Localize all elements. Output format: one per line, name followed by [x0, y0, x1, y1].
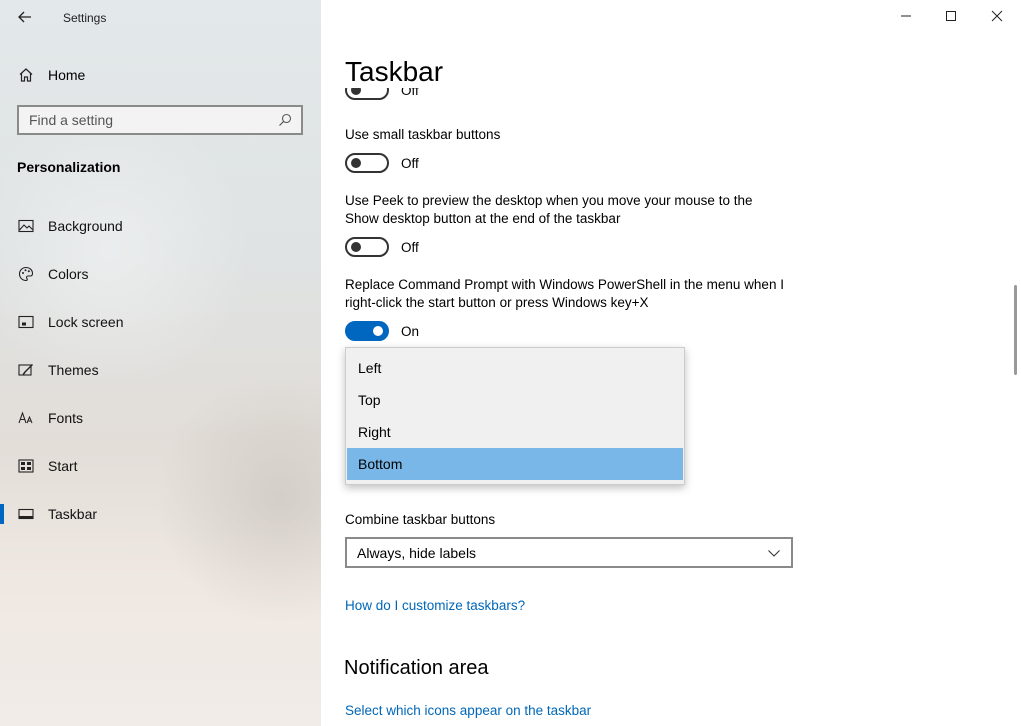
- palette-icon: [17, 265, 35, 283]
- peek-toggle[interactable]: Off: [345, 237, 419, 257]
- taskbar-location-dropdown: Left Top Right Bottom: [345, 347, 685, 485]
- dropdown-option-right[interactable]: Right: [347, 416, 683, 448]
- sidebar-item-colors[interactable]: Colors: [0, 258, 321, 290]
- powershell-toggle[interactable]: On: [345, 321, 419, 341]
- sidebar-item-label: Fonts: [48, 410, 84, 426]
- background-icon: [17, 217, 35, 235]
- dropdown-option-left[interactable]: Left: [347, 352, 683, 384]
- sidebar-item-start[interactable]: Start: [0, 450, 321, 482]
- page-title: Taskbar: [345, 56, 444, 87]
- search-icon[interactable]: [277, 112, 293, 128]
- home-label: Home: [48, 67, 86, 83]
- toggle-state: Off: [401, 239, 419, 255]
- sidebar-item-themes[interactable]: Themes: [0, 354, 321, 386]
- dropdown-option-bottom[interactable]: Bottom: [347, 448, 683, 480]
- lock-screen-icon: [17, 313, 35, 331]
- sidebar-item-label: Themes: [48, 362, 99, 378]
- sidebar-item-label: Colors: [48, 266, 89, 282]
- toggle-switch[interactable]: [345, 153, 389, 173]
- fonts-icon: [17, 409, 35, 427]
- small-buttons-label: Use small taskbar buttons: [345, 127, 501, 142]
- combine-select-value: Always, hide labels: [357, 544, 477, 561]
- help-link[interactable]: How do I customize taskbars?: [345, 598, 525, 613]
- sidebar: Settings Home Personalization Ba: [0, 0, 321, 726]
- small-buttons-toggle[interactable]: Off: [345, 153, 419, 173]
- toggle-state: Off: [401, 88, 419, 98]
- peek-label: Use Peek to preview the desktop when you…: [345, 193, 753, 226]
- toggle-switch[interactable]: [345, 237, 389, 257]
- back-button[interactable]: [14, 6, 36, 28]
- powershell-label: Replace Command Prompt with Windows Powe…: [345, 277, 784, 310]
- scrolled-toggle-clip: Off: [321, 88, 1021, 108]
- back-arrow-icon: [18, 11, 31, 23]
- main-content: Taskbar Off Use small taskbar buttons Of…: [321, 0, 1021, 726]
- sidebar-item-label: Taskbar: [48, 506, 98, 522]
- toggle-state: On: [401, 323, 420, 339]
- search-box[interactable]: [17, 105, 303, 135]
- scrollbar-thumb[interactable]: [1014, 285, 1017, 375]
- taskbar-icon: [17, 505, 35, 523]
- app-title: Settings: [63, 11, 107, 25]
- section-title: Personalization: [17, 159, 121, 175]
- themes-icon: [17, 361, 35, 379]
- sidebar-item-taskbar[interactable]: Taskbar: [0, 498, 321, 530]
- sidebar-item-label: Start: [48, 458, 78, 474]
- sidebar-item-label: Background: [48, 218, 123, 234]
- notification-area-heading: Notification area: [344, 657, 489, 679]
- dropdown-option-top[interactable]: Top: [347, 384, 683, 416]
- partial-toggle[interactable]: Off: [345, 88, 419, 100]
- sidebar-item-fonts[interactable]: Fonts: [0, 402, 321, 434]
- combine-label: Combine taskbar buttons: [345, 512, 496, 527]
- home-nav-item[interactable]: Home: [17, 64, 85, 86]
- sidebar-item-label: Lock screen: [48, 314, 124, 330]
- chevron-down-icon: [768, 549, 780, 557]
- settings-window: Settings Home Personalization Ba: [0, 0, 1021, 726]
- toggle-switch[interactable]: [345, 88, 389, 100]
- combine-select[interactable]: Always, hide labels: [345, 537, 793, 568]
- sidebar-item-lock-screen[interactable]: Lock screen: [0, 306, 321, 338]
- start-icon: [17, 457, 35, 475]
- notification-icons-link[interactable]: Select which icons appear on the taskbar: [345, 703, 591, 718]
- sidebar-item-background[interactable]: Background: [0, 210, 321, 242]
- toggle-state: Off: [401, 155, 419, 171]
- home-icon: [19, 68, 33, 82]
- toggle-switch[interactable]: [345, 321, 389, 341]
- search-input[interactable]: [19, 111, 277, 129]
